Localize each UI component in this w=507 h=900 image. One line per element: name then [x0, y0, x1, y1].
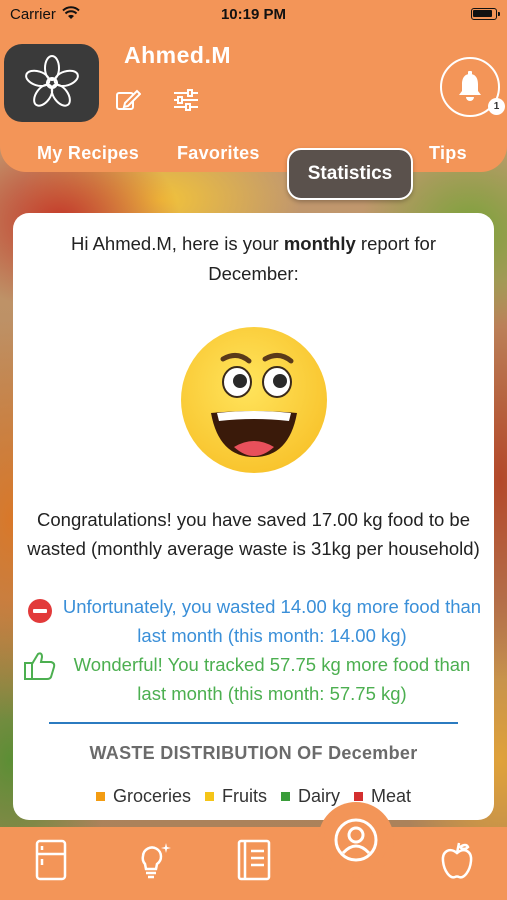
profile-button[interactable] — [324, 808, 388, 872]
status-time: 10:19 PM — [220, 6, 287, 23]
header: Carrier 10:19 PM Ahmed.M 1 My Recipes Fa… — [0, 0, 507, 172]
legend-label: Fruits — [221, 786, 267, 806]
smiling-face-icon — [181, 327, 327, 473]
thumbs-up-icon — [24, 652, 56, 680]
legend-item-meat: Meat — [354, 786, 411, 807]
legend-swatch-dairy — [280, 792, 290, 801]
notification-badge: 1 — [488, 98, 505, 115]
fridge-icon[interactable] — [35, 839, 67, 881]
legend-swatch-meat — [354, 792, 363, 801]
tracking-increase-message: Wonderful! You tracked 57.75 kg more foo… — [73, 654, 471, 704]
waste-distribution-title: WASTE DISTRIBUTION OF December — [89, 743, 418, 763]
waste-increase-message: Unfortunately, you wasted 14.00 kg more … — [62, 596, 482, 646]
legend-label: Groceries — [112, 786, 191, 806]
lightbulb-icon[interactable] — [133, 839, 175, 881]
bell-icon — [459, 71, 481, 101]
legend-item-dairy: Dairy — [280, 786, 340, 807]
legend-swatch-fruits — [204, 792, 214, 801]
greeting-period: monthly — [283, 233, 356, 254]
book-icon[interactable] — [236, 839, 272, 881]
divider — [49, 722, 458, 724]
legend-swatch-groceries — [95, 792, 105, 801]
profile-icon — [334, 818, 378, 862]
apple-icon[interactable] — [440, 839, 474, 881]
tab-favorites[interactable]: Favorites — [177, 143, 260, 164]
minus-circle-icon — [28, 599, 52, 623]
battery-icon — [471, 8, 500, 20]
tab-tips[interactable]: Tips — [429, 143, 467, 164]
legend-label: Meat — [371, 786, 412, 806]
status-bar: Carrier 10:19 PM — [0, 0, 507, 28]
legend-item-fruits: Fruits — [204, 786, 267, 807]
report-card: Hi Ahmed.M, here is your monthly report … — [13, 213, 494, 820]
report-greeting: Hi Ahmed.M, here is your monthly report … — [71, 233, 436, 284]
tab-statistics[interactable]: Statistics — [287, 148, 413, 200]
waste-legend: Groceries Fruits Dairy Meat — [13, 786, 494, 807]
tab-my-recipes[interactable]: My Recipes — [37, 143, 139, 164]
legend-label: Dairy — [297, 786, 340, 806]
edit-icon[interactable] — [115, 88, 141, 112]
legend-item-groceries: Groceries — [95, 786, 191, 807]
bottom-nav — [0, 827, 507, 900]
username: Ahmed.M — [124, 42, 231, 68]
congrats-message: Congratulations! you have saved 17.00 kg… — [27, 509, 480, 559]
sliders-icon[interactable] — [172, 88, 200, 112]
avatar[interactable] — [4, 44, 99, 122]
flower-logo-icon — [24, 55, 79, 107]
